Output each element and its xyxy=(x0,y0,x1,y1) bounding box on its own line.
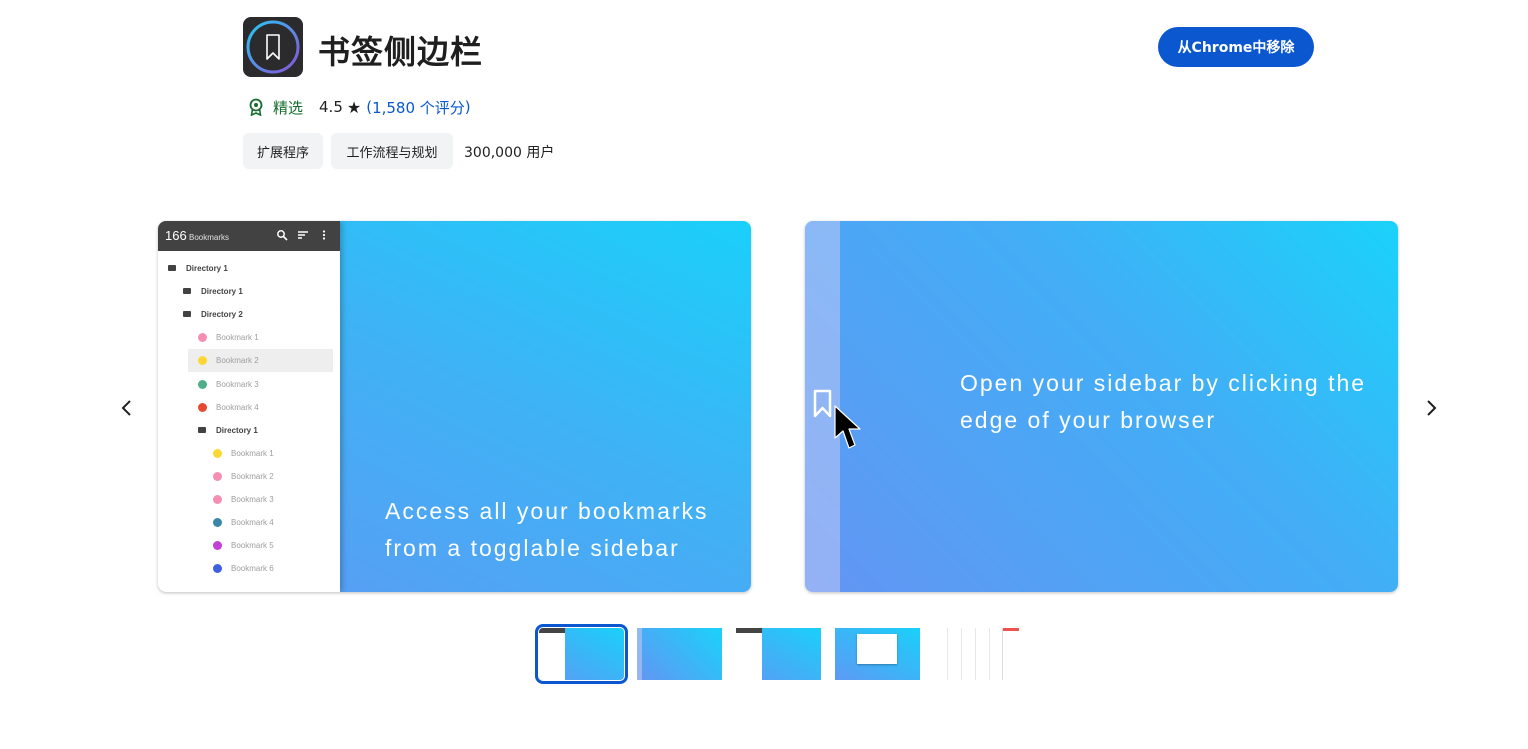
tree-item-label: Bookmark 3 xyxy=(216,379,259,389)
bookmark-row[interactable]: Bookmark 4 xyxy=(158,396,340,419)
tree-item-label: Directory 1 xyxy=(216,425,258,435)
slide-caption-line-1: Access all your bookmarks xyxy=(385,498,709,524)
tree-item-label: Bookmark 5 xyxy=(231,541,274,551)
tree-item-label: Bookmark 1 xyxy=(216,333,259,343)
carousel-prev-button[interactable] xyxy=(112,393,142,423)
bookmark-outline-icon xyxy=(813,389,832,418)
category-chip-workflow[interactable]: 工作流程与规划 xyxy=(331,133,453,169)
thumbnail-2[interactable] xyxy=(637,628,722,680)
rating-count-link[interactable]: 1,580 个评分 xyxy=(372,97,465,118)
bookmark-color-dot xyxy=(213,471,222,481)
thumbnail-1[interactable] xyxy=(535,624,628,684)
folder-row[interactable]: Directory 1 xyxy=(158,419,340,442)
remove-from-chrome-button[interactable]: 从Chrome中移除 xyxy=(1158,27,1314,67)
rating-close-paren: ) xyxy=(464,98,471,116)
bookmark-count: 166 xyxy=(165,228,187,243)
screenshot-slide-2[interactable]: Open your sidebar by clicking the edge o… xyxy=(805,221,1398,592)
bookmark-color-dot xyxy=(198,379,207,389)
tree-item-label: Bookmark 1 xyxy=(231,448,274,458)
bookmark-row[interactable]: Bookmark 6 xyxy=(158,557,340,580)
bookmark-row[interactable]: Bookmark 2 xyxy=(158,465,340,488)
tree-item-label: Directory 1 xyxy=(201,287,243,297)
meta-row: 精选 4.5 ★ (1,580 个评分) xyxy=(247,96,471,118)
folder-icon xyxy=(183,288,191,295)
bookmark-color-dot xyxy=(198,333,207,343)
sidebar-header: 166 Bookmarks xyxy=(158,221,340,251)
bookmark-row[interactable]: Bookmark 3 xyxy=(158,373,340,396)
bookmark-color-dot xyxy=(213,448,222,458)
bookmark-color-dot xyxy=(213,495,222,504)
bookmark-color-dot xyxy=(213,541,222,551)
thumbnail-4[interactable] xyxy=(835,628,920,680)
bookmark-row[interactable]: Bookmark 2 xyxy=(158,349,340,372)
slide-caption-line-1: Open your sidebar by clicking the xyxy=(960,370,1367,396)
screenshot-slide-1[interactable]: 166 Bookmarks Directory 1 Directory 1 Dire… xyxy=(158,221,751,592)
tree-item-label: Bookmark 3 xyxy=(231,495,274,504)
sort-icon xyxy=(298,231,308,239)
bookmark-color-dot xyxy=(198,356,207,366)
slide-caption-line-2: from a togglable sidebar xyxy=(385,535,680,561)
tree-item-label: Bookmark 4 xyxy=(216,402,259,412)
bookmark-icon xyxy=(246,20,300,74)
tree-item-label: Directory 2 xyxy=(201,310,243,320)
thumbnail-5[interactable] xyxy=(934,628,1019,680)
bookmark-color-dot xyxy=(213,518,222,528)
folder-icon xyxy=(198,426,206,433)
folder-icon xyxy=(183,311,191,318)
tree-item-label: Directory 1 xyxy=(186,264,228,273)
slide-caption: Access all your bookmarks from a togglab… xyxy=(385,493,735,567)
extension-logo xyxy=(243,17,303,77)
featured-badge[interactable]: 精选 xyxy=(273,97,303,118)
folder-icon xyxy=(168,265,176,271)
bookmark-row[interactable]: Bookmark 3 xyxy=(158,488,340,511)
rating-value: 4.5 xyxy=(319,98,343,116)
bookmark-row[interactable]: Bookmark 1 xyxy=(158,442,340,465)
award-badge-icon xyxy=(249,98,263,116)
chevron-left-icon xyxy=(121,400,131,416)
more-vert-icon xyxy=(322,230,326,240)
bookmark-color-dot xyxy=(198,402,207,412)
user-count: 300,000 用户 xyxy=(464,145,555,161)
folder-row[interactable]: Directory 1 xyxy=(158,257,340,280)
tree-item-label: Bookmark 6 xyxy=(231,564,274,574)
folder-row[interactable]: Directory 1 xyxy=(158,280,340,303)
slide-caption-line-2: edge of your browser xyxy=(960,407,1217,433)
bookmark-count-label: Bookmarks xyxy=(189,233,230,242)
tree-item-label: Bookmark 4 xyxy=(231,518,274,528)
bookmark-sidebar-preview: 166 Bookmarks Directory 1 Directory 1 Dire… xyxy=(158,221,340,592)
thumbnail-3[interactable] xyxy=(736,628,821,680)
carousel-next-button[interactable] xyxy=(1416,393,1446,423)
slide-caption: Open your sidebar by clicking the edge o… xyxy=(960,365,1390,439)
tree-item-label: Bookmark 2 xyxy=(231,471,274,481)
mouse-cursor-icon xyxy=(834,405,861,449)
bookmark-row[interactable]: Bookmark 4 xyxy=(158,511,340,534)
bookmark-color-dot xyxy=(213,564,222,574)
category-chip-extension[interactable]: 扩展程序 xyxy=(243,133,323,169)
folder-row[interactable]: Directory 2 xyxy=(158,303,340,326)
chevron-right-icon xyxy=(1427,400,1437,416)
tree-item-label: Bookmark 2 xyxy=(216,356,259,366)
star-icon: ★ xyxy=(346,97,362,117)
page-title: 书签侧边栏 xyxy=(318,33,484,71)
bookmark-row[interactable]: Bookmark 1 xyxy=(158,326,340,349)
bookmark-row[interactable]: Bookmark 5 xyxy=(158,534,340,557)
search-icon xyxy=(277,230,288,241)
